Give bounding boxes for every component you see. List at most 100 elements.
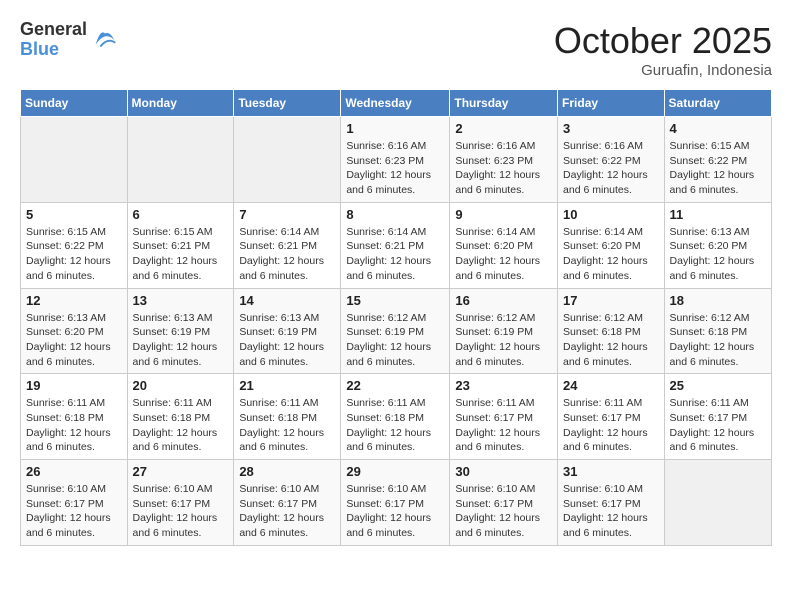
day-info: Sunrise: 6:14 AMSunset: 6:21 PMDaylight:…: [346, 225, 444, 284]
calendar-cell: 18Sunrise: 6:12 AMSunset: 6:18 PMDayligh…: [664, 288, 771, 374]
day-number: 31: [563, 464, 659, 479]
calendar-cell: 22Sunrise: 6:11 AMSunset: 6:18 PMDayligh…: [341, 374, 450, 460]
page-header: General Blue October 2025 Guruafin, Indo…: [20, 20, 772, 79]
day-info: Sunrise: 6:14 AMSunset: 6:20 PMDaylight:…: [563, 225, 659, 284]
day-number: 8: [346, 207, 444, 222]
calendar-cell: 1 Sunrise: 6:16 AMSunset: 6:23 PMDaylight…: [341, 117, 450, 203]
calendar-cell: 14 Sunrise: 6:13 AMSunset: 6:19 PMDayligh…: [234, 288, 341, 374]
day-number: 14: [239, 293, 335, 308]
logo-icon: [91, 26, 119, 54]
day-number: 17: [563, 293, 659, 308]
day-number: 5: [26, 207, 122, 222]
day-number: 11: [670, 207, 766, 222]
day-number: 23: [455, 378, 552, 393]
day-info: Sunrise: 6:12 AMSunset: 6:19 PMDaylight:…: [455, 311, 552, 370]
calendar-header-saturday: Saturday: [664, 90, 771, 117]
calendar-cell: 15 Sunrise: 6:12 AMSunset: 6:19 PMDayligh…: [341, 288, 450, 374]
calendar-cell: 2 Sunrise: 6:16 AMSunset: 6:23 PMDaylight…: [450, 117, 558, 203]
day-number: 19: [26, 378, 122, 393]
day-number: 18: [670, 293, 766, 308]
calendar-cell: 29Sunrise: 6:10 AMSunset: 6:17 PMDayligh…: [341, 460, 450, 546]
calendar-header-monday: Monday: [127, 90, 234, 117]
calendar-cell: 21 Sunrise: 6:11 AMSunset: 6:18 PMDayligh…: [234, 374, 341, 460]
calendar-cell: 20Sunrise: 6:11 AMSunset: 6:18 PMDayligh…: [127, 374, 234, 460]
calendar-cell: 5 Sunrise: 6:15 AMSunset: 6:22 PMDaylight…: [21, 202, 128, 288]
day-number: 28: [239, 464, 335, 479]
day-number: 13: [133, 293, 229, 308]
day-info: Sunrise: 6:14 AMSunset: 6:21 PMDaylight:…: [239, 225, 335, 284]
calendar-cell: 31Sunrise: 6:10 AMSunset: 6:17 PMDayligh…: [558, 460, 665, 546]
day-info: Sunrise: 6:11 AMSunset: 6:18 PMDaylight:…: [346, 396, 444, 455]
day-info: Sunrise: 6:13 AMSunset: 6:19 PMDaylight:…: [133, 311, 229, 370]
calendar-header-friday: Friday: [558, 90, 665, 117]
day-info: Sunrise: 6:11 AMSunset: 6:18 PMDaylight:…: [239, 396, 335, 455]
day-number: 10: [563, 207, 659, 222]
day-info: Sunrise: 6:15 AMSunset: 6:21 PMDaylight:…: [133, 225, 229, 284]
calendar-table: SundayMondayTuesdayWednesdayThursdayFrid…: [20, 89, 772, 546]
day-number: 16: [455, 293, 552, 308]
calendar-cell: 24 Sunrise: 6:11 AMSunset: 6:17 PMDayligh…: [558, 374, 665, 460]
day-number: 25: [670, 378, 766, 393]
day-info: Sunrise: 6:13 AMSunset: 6:20 PMDaylight:…: [670, 225, 766, 284]
day-number: 21: [239, 378, 335, 393]
day-number: 26: [26, 464, 122, 479]
calendar-header-tuesday: Tuesday: [234, 90, 341, 117]
day-number: 1: [346, 121, 444, 136]
calendar-cell: 7 Sunrise: 6:14 AMSunset: 6:21 PMDaylight…: [234, 202, 341, 288]
logo-general-text: General: [20, 20, 87, 40]
calendar-cell: [234, 117, 341, 203]
day-info: Sunrise: 6:16 AMSunset: 6:22 PMDaylight:…: [563, 139, 659, 198]
day-number: 24: [563, 378, 659, 393]
calendar-week-row: 1 Sunrise: 6:16 AMSunset: 6:23 PMDaylight…: [21, 117, 772, 203]
day-info: Sunrise: 6:11 AMSunset: 6:17 PMDaylight:…: [670, 396, 766, 455]
day-info: Sunrise: 6:13 AMSunset: 6:20 PMDaylight:…: [26, 311, 122, 370]
calendar-cell: 23 Sunrise: 6:11 AMSunset: 6:17 PMDayligh…: [450, 374, 558, 460]
calendar-cell: 30Sunrise: 6:10 AMSunset: 6:17 PMDayligh…: [450, 460, 558, 546]
day-number: 3: [563, 121, 659, 136]
calendar-cell: 11 Sunrise: 6:13 AMSunset: 6:20 PMDayligh…: [664, 202, 771, 288]
calendar-week-row: 19 Sunrise: 6:11 AMSunset: 6:18 PMDayligh…: [21, 374, 772, 460]
day-info: Sunrise: 6:16 AMSunset: 6:23 PMDaylight:…: [455, 139, 552, 198]
logo: General Blue: [20, 20, 119, 60]
calendar-cell: 25 Sunrise: 6:11 AMSunset: 6:17 PMDayligh…: [664, 374, 771, 460]
calendar-cell: 10 Sunrise: 6:14 AMSunset: 6:20 PMDayligh…: [558, 202, 665, 288]
calendar-cell: 3 Sunrise: 6:16 AMSunset: 6:22 PMDaylight…: [558, 117, 665, 203]
calendar-week-row: 12Sunrise: 6:13 AMSunset: 6:20 PMDayligh…: [21, 288, 772, 374]
day-info: Sunrise: 6:10 AMSunset: 6:17 PMDaylight:…: [133, 482, 229, 541]
calendar-header-row: SundayMondayTuesdayWednesdayThursdayFrid…: [21, 90, 772, 117]
calendar-cell: 13 Sunrise: 6:13 AMSunset: 6:19 PMDayligh…: [127, 288, 234, 374]
day-info: Sunrise: 6:15 AMSunset: 6:22 PMDaylight:…: [670, 139, 766, 198]
day-info: Sunrise: 6:12 AMSunset: 6:19 PMDaylight:…: [346, 311, 444, 370]
day-info: Sunrise: 6:14 AMSunset: 6:20 PMDaylight:…: [455, 225, 552, 284]
location-subtitle: Guruafin, Indonesia: [554, 62, 772, 79]
day-info: Sunrise: 6:12 AMSunset: 6:18 PMDaylight:…: [563, 311, 659, 370]
day-info: Sunrise: 6:10 AMSunset: 6:17 PMDaylight:…: [26, 482, 122, 541]
day-info: Sunrise: 6:13 AMSunset: 6:19 PMDaylight:…: [239, 311, 335, 370]
calendar-header-thursday: Thursday: [450, 90, 558, 117]
day-number: 4: [670, 121, 766, 136]
day-info: Sunrise: 6:11 AMSunset: 6:17 PMDaylight:…: [563, 396, 659, 455]
calendar-cell: [664, 460, 771, 546]
day-number: 15: [346, 293, 444, 308]
day-number: 9: [455, 207, 552, 222]
day-info: Sunrise: 6:10 AMSunset: 6:17 PMDaylight:…: [346, 482, 444, 541]
day-number: 7: [239, 207, 335, 222]
day-number: 2: [455, 121, 552, 136]
day-number: 20: [133, 378, 229, 393]
calendar-cell: 27 Sunrise: 6:10 AMSunset: 6:17 PMDayligh…: [127, 460, 234, 546]
calendar-cell: 28 Sunrise: 6:10 AMSunset: 6:17 PMDayligh…: [234, 460, 341, 546]
title-block: October 2025 Guruafin, Indonesia: [554, 20, 772, 79]
calendar-cell: 16 Sunrise: 6:12 AMSunset: 6:19 PMDayligh…: [450, 288, 558, 374]
logo-blue-text: Blue: [20, 40, 87, 60]
day-number: 6: [133, 207, 229, 222]
month-title: October 2025: [554, 20, 772, 62]
day-info: Sunrise: 6:11 AMSunset: 6:17 PMDaylight:…: [455, 396, 552, 455]
day-number: 27: [133, 464, 229, 479]
calendar-cell: 8 Sunrise: 6:14 AMSunset: 6:21 PMDaylight…: [341, 202, 450, 288]
calendar-cell: 26 Sunrise: 6:10 AMSunset: 6:17 PMDayligh…: [21, 460, 128, 546]
day-info: Sunrise: 6:16 AMSunset: 6:23 PMDaylight:…: [346, 139, 444, 198]
day-info: Sunrise: 6:10 AMSunset: 6:17 PMDaylight:…: [239, 482, 335, 541]
calendar-week-row: 26 Sunrise: 6:10 AMSunset: 6:17 PMDayligh…: [21, 460, 772, 546]
calendar-cell: [21, 117, 128, 203]
day-info: Sunrise: 6:15 AMSunset: 6:22 PMDaylight:…: [26, 225, 122, 284]
